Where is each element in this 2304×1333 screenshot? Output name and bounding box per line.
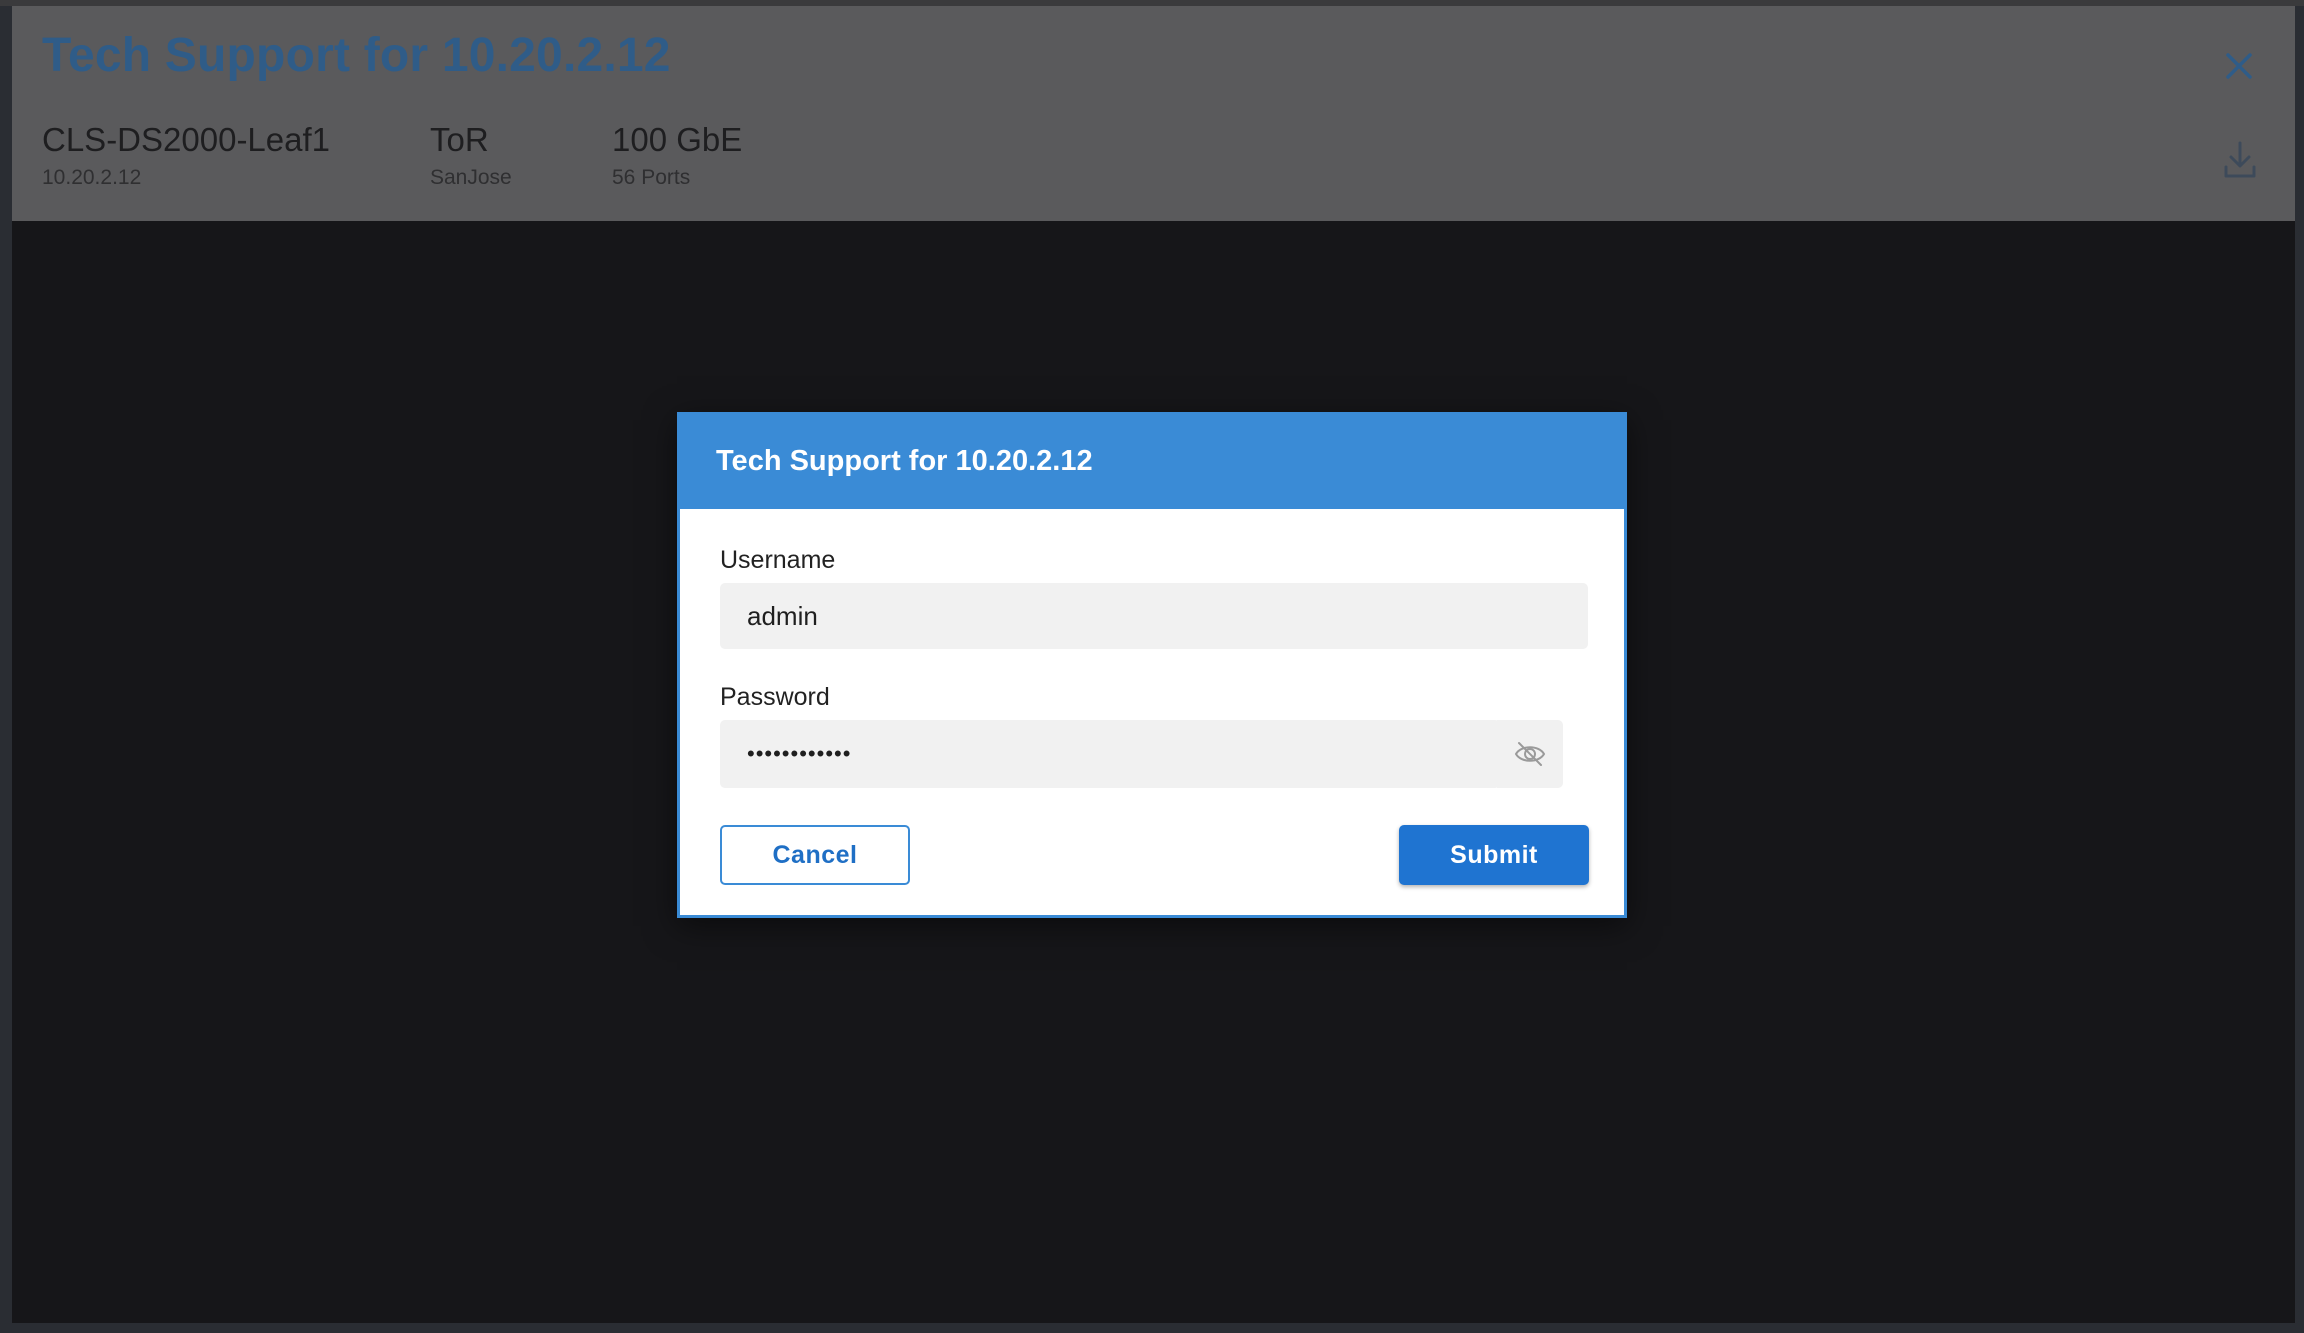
close-icon[interactable] — [2219, 46, 2259, 86]
device-ports: 56 Ports — [612, 166, 691, 189]
device-ip: 10.20.2.12 — [42, 166, 142, 189]
device-speed-group: 100 GbE 56 Ports — [612, 120, 742, 190]
device-site: SanJose — [430, 166, 512, 189]
username-label: Username — [720, 546, 836, 574]
screen: Tech Support for 10.20.2.12 CLS-DS2000-L… — [0, 0, 2304, 1333]
submit-button[interactable]: Submit — [1399, 825, 1589, 885]
tech-support-dialog: Tech Support for 10.20.2.12 Username Pas… — [677, 412, 1627, 918]
background-app-edge-bottom — [0, 1323, 2304, 1333]
dialog-title: Tech Support for 10.20.2.12 — [716, 445, 1093, 477]
eye-off-icon[interactable] — [1497, 720, 1563, 788]
username-input[interactable] — [720, 583, 1588, 649]
device-role: ToR — [430, 121, 489, 158]
dialog-header: Tech Support for 10.20.2.12 — [680, 415, 1624, 509]
password-input[interactable]: •••••••••••• — [720, 720, 1500, 788]
background-app-edge-right — [2294, 6, 2304, 1333]
panel-header: Tech Support for 10.20.2.12 CLS-DS2000-L… — [12, 6, 2295, 221]
device-name: CLS-DS2000-Leaf1 — [42, 121, 331, 158]
panel-title: Tech Support for 10.20.2.12 — [42, 29, 671, 82]
device-role-group: ToR SanJose — [430, 120, 512, 190]
download-icon[interactable] — [2222, 139, 2258, 181]
password-label: Password — [720, 683, 830, 711]
background-app-edge-left — [0, 6, 12, 1333]
device-speed: 100 GbE — [612, 121, 743, 158]
device-name-group: CLS-DS2000-Leaf1 10.20.2.12 — [42, 120, 330, 190]
cancel-button[interactable]: Cancel — [720, 825, 910, 885]
